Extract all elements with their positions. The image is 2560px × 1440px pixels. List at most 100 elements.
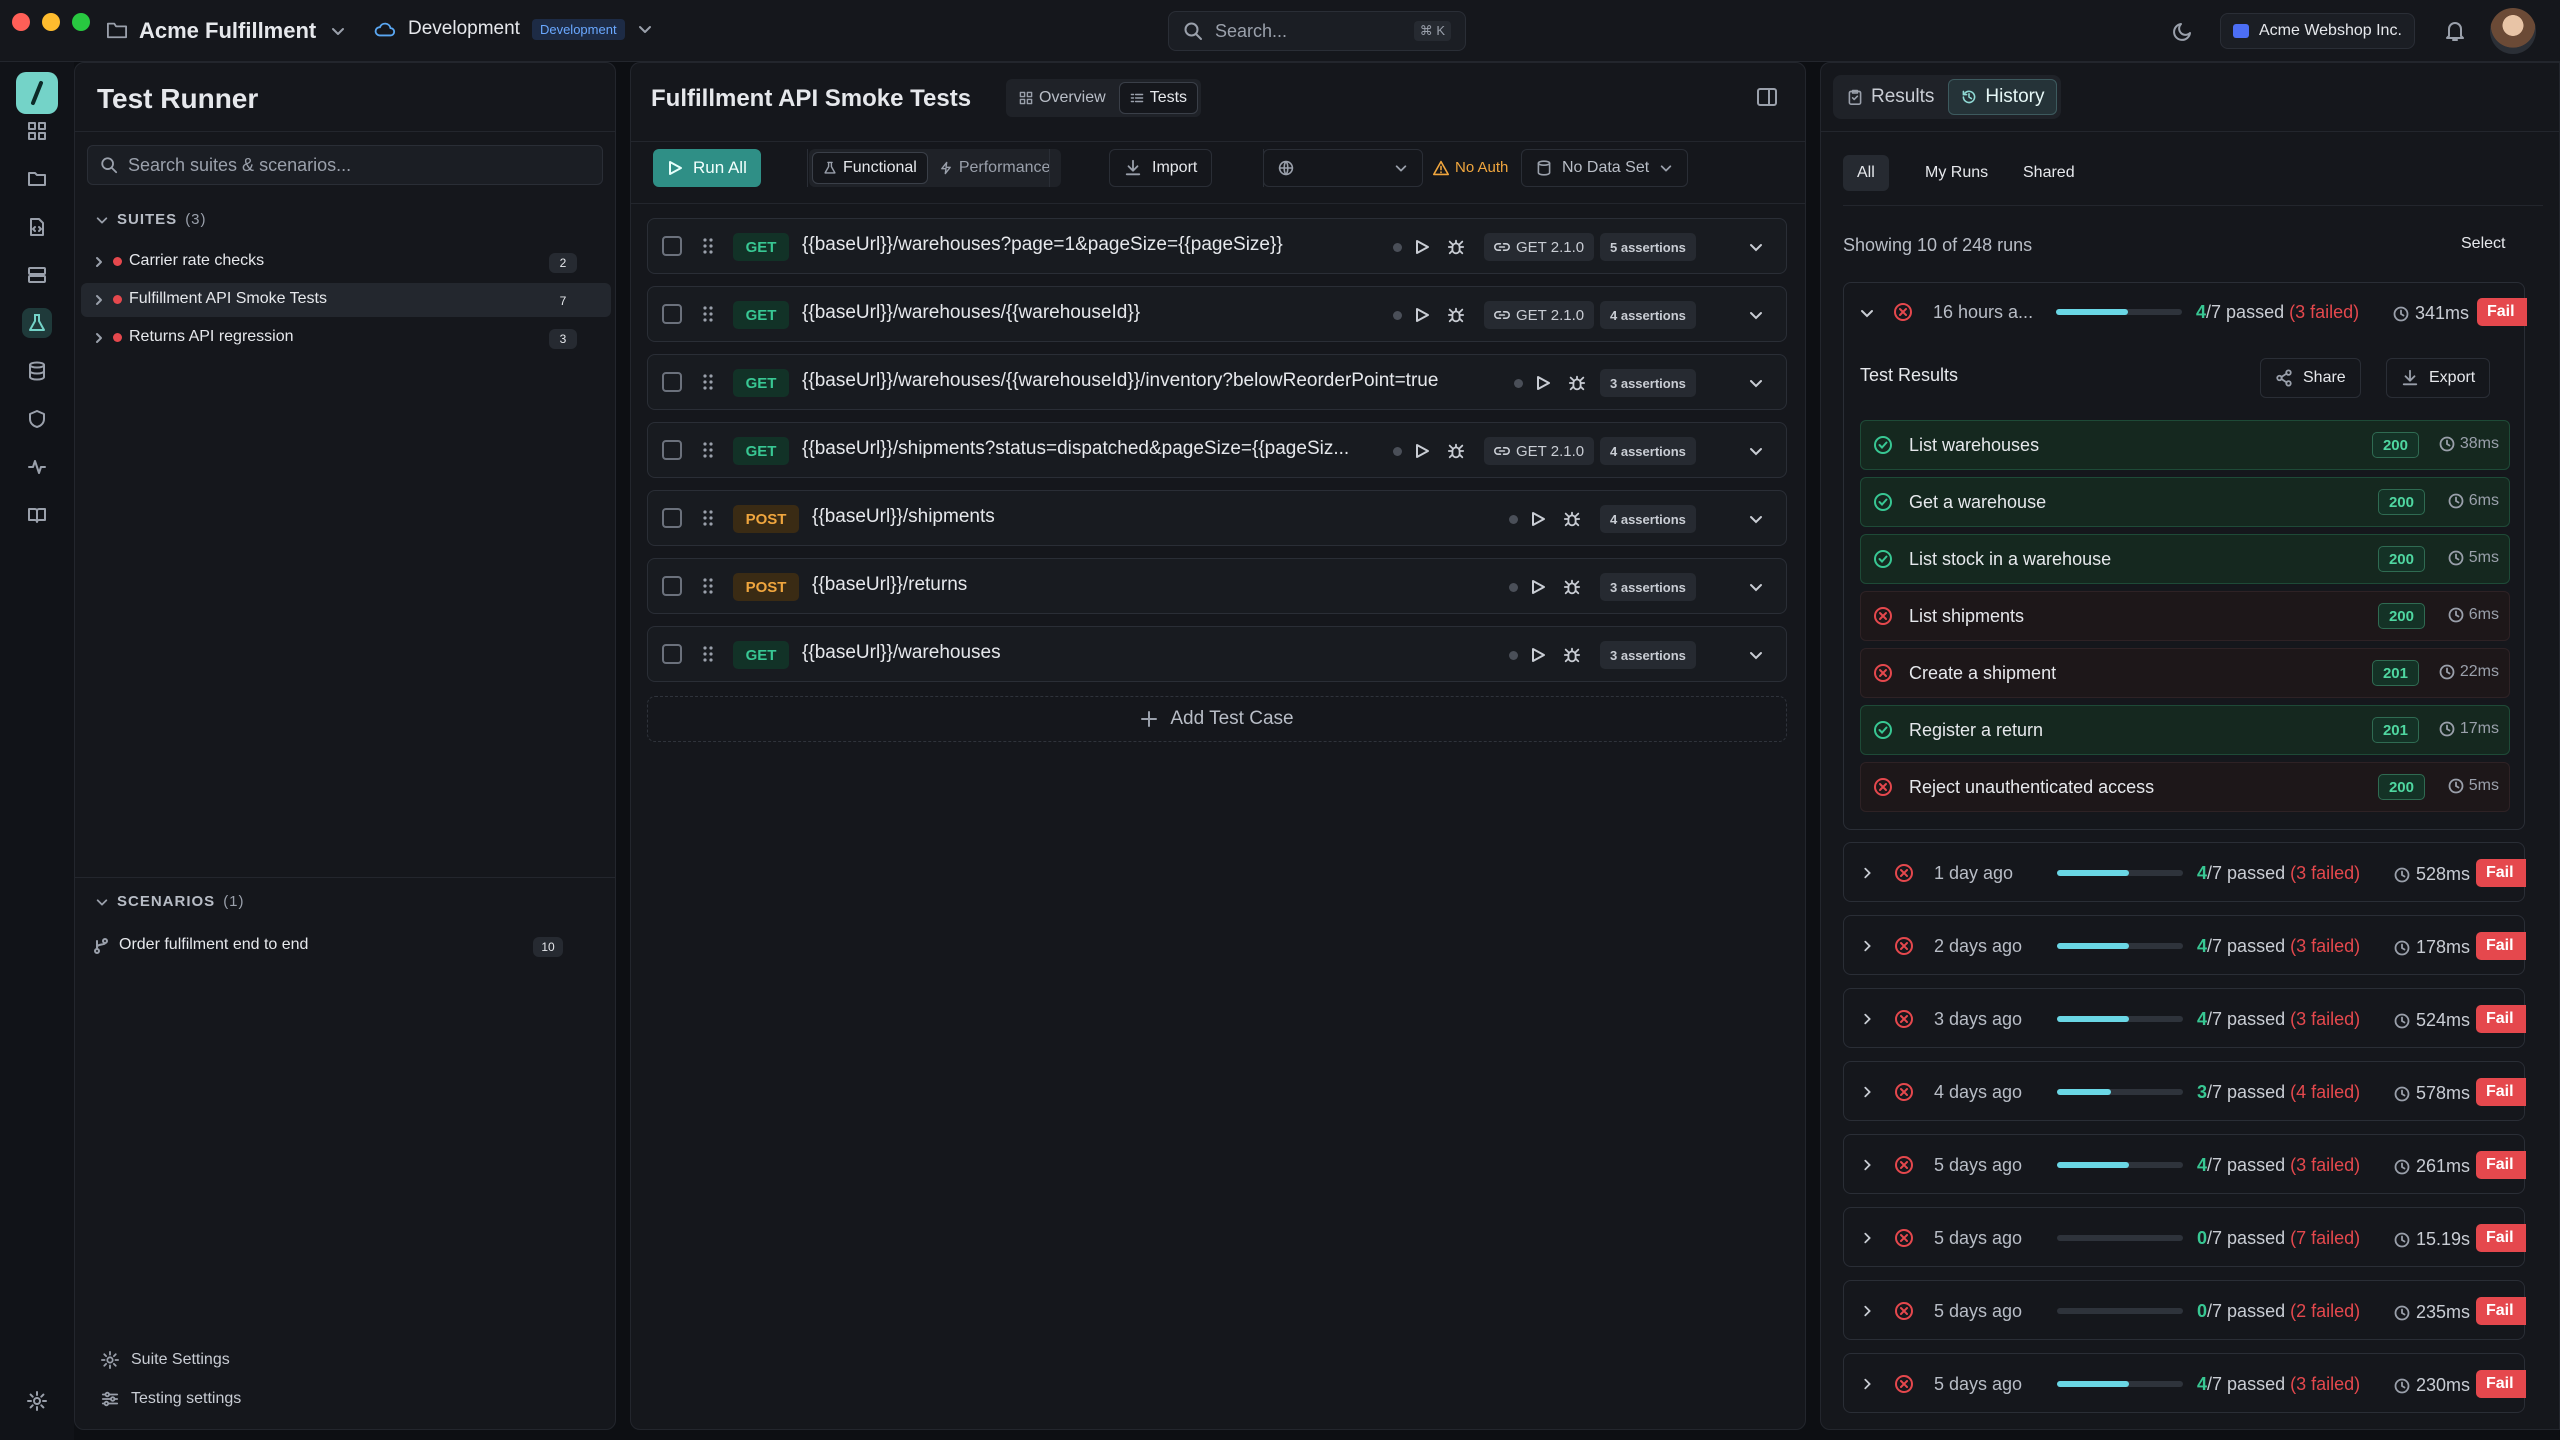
drag-handle-icon[interactable] [701,577,715,595]
test-result-item[interactable]: Register a return 201 17ms [1860,705,2510,755]
test-select-checkbox[interactable] [662,372,682,392]
debug-bug-icon[interactable] [1563,578,1581,596]
shield-icon[interactable] [22,404,52,434]
drag-handle-icon[interactable] [701,305,715,323]
run-test-play-icon[interactable] [1414,307,1430,323]
suite-item[interactable]: Returns API regression 3 [81,321,611,355]
test-case-row[interactable]: POST {{baseUrl}}/returns 3 assertions [647,558,1787,614]
test-select-checkbox[interactable] [662,644,682,664]
tab-overview[interactable]: Overview [1009,82,1116,114]
filter-my-runs[interactable]: My Runs [1913,155,2000,191]
drag-handle-icon[interactable] [701,237,715,255]
bell-icon[interactable] [2444,19,2466,43]
database-icon[interactable] [22,356,52,386]
debug-bug-icon[interactable] [1563,510,1581,528]
select-runs-button[interactable]: Select [2461,235,2505,253]
tab-results[interactable]: Results [1837,79,1944,115]
run-test-play-icon[interactable] [1414,443,1430,459]
server-icon[interactable] [22,260,52,290]
run-history-item[interactable]: 5 days ago 0/7 passed (2 failed) 235ms F… [1843,1280,2526,1340]
run-history-item[interactable]: 3 days ago 4/7 passed (3 failed) 524ms F… [1843,988,2526,1048]
test-case-row[interactable]: GET {{baseUrl}}/warehouses 3 assertions [647,626,1787,682]
debug-bug-icon[interactable] [1568,374,1586,392]
organization-switcher[interactable]: Acme Webshop Inc. [2220,13,2415,49]
run-history-item[interactable]: 5 days ago 4/7 passed (3 failed) 230ms F… [1843,1353,2526,1413]
performance-toggle[interactable]: Performance [931,152,1059,184]
app-logo-icon[interactable] [16,72,58,114]
run-test-play-icon[interactable] [1535,375,1551,391]
dashboard-icon[interactable] [22,116,52,146]
workspace-switcher[interactable]: Acme Fulfillment [139,18,346,44]
expand-chevron-down-icon[interactable] [1748,511,1764,527]
test-case-row[interactable]: GET {{baseUrl}}/warehouses?page=1&pageSi… [647,218,1787,274]
tab-history[interactable]: History [1948,79,2058,115]
suite-item-selected[interactable]: Fulfillment API Smoke Tests 7 [81,283,611,317]
expand-chevron-down-icon[interactable] [1748,375,1764,391]
run-test-play-icon[interactable] [1530,579,1546,595]
scenario-item[interactable]: Order fulfilment end to end 10 [81,929,611,963]
run-history-item[interactable]: 2 days ago 4/7 passed (3 failed) 178ms F… [1843,915,2526,975]
debug-bug-icon[interactable] [1447,442,1465,460]
chevron-right-icon[interactable] [1860,1085,1874,1099]
sidebar-search-input[interactable]: Search suites & scenarios... [87,145,603,185]
suite-settings-link[interactable]: Suite Settings [101,1351,230,1369]
environment-switcher[interactable]: Development Development [374,18,653,40]
test-case-row[interactable]: GET {{baseUrl}}/warehouses/{{warehouseId… [647,354,1787,410]
import-button[interactable]: Import [1109,149,1213,187]
share-button[interactable]: Share [2260,358,2361,398]
settings-gear-icon[interactable] [22,1386,52,1416]
run-test-play-icon[interactable] [1530,647,1546,663]
linked-version-badge[interactable]: GET 2.1.0 [1484,437,1595,465]
drag-handle-icon[interactable] [701,441,715,459]
minimize-window-button[interactable] [42,13,60,31]
debug-bug-icon[interactable] [1447,238,1465,256]
chevron-down-icon[interactable] [1859,305,1875,321]
run-history-item[interactable]: 4 days ago 3/7 passed (4 failed) 578ms F… [1843,1061,2526,1121]
run-all-button[interactable]: Run All [653,149,761,187]
run-history-item[interactable]: 5 days ago 0/7 passed (7 failed) 15.19s … [1843,1207,2526,1267]
linked-version-badge[interactable]: GET 2.1.0 [1484,233,1595,261]
filter-all[interactable]: All [1843,155,1889,191]
functional-toggle[interactable]: Functional [812,152,928,184]
drag-handle-icon[interactable] [701,373,715,391]
chevron-right-icon[interactable] [1860,1158,1874,1172]
debug-bug-icon[interactable] [1563,646,1581,664]
expand-chevron-down-icon[interactable] [1748,239,1764,255]
no-auth-indicator[interactable]: No Auth [1433,159,1508,176]
api-document-icon[interactable] [22,212,52,242]
chevron-right-icon[interactable] [1860,939,1874,953]
suites-section-header[interactable]: SUITES (3) [95,211,207,228]
activity-icon[interactable] [22,452,52,482]
test-result-item[interactable]: List warehouses 200 38ms [1860,420,2510,470]
data-set-select[interactable]: No Data Set [1521,149,1689,187]
drag-handle-icon[interactable] [701,645,715,663]
export-button[interactable]: Export [2386,358,2491,398]
test-case-row[interactable]: POST {{baseUrl}}/shipments 4 assertions [647,490,1787,546]
environment-select[interactable] [1263,149,1423,187]
filter-shared[interactable]: Shared [2011,155,2087,191]
test-result-item[interactable]: List shipments 200 6ms [1860,591,2510,641]
user-avatar[interactable] [2490,8,2536,54]
test-result-item[interactable]: Get a warehouse 200 6ms [1860,477,2510,527]
close-window-button[interactable] [12,13,30,31]
expand-chevron-down-icon[interactable] [1748,307,1764,323]
suite-item[interactable]: Carrier rate checks 2 [81,245,611,279]
run-test-play-icon[interactable] [1414,239,1430,255]
test-case-row[interactable]: GET {{baseUrl}}/shipments?status=dispatc… [647,422,1787,478]
test-result-item[interactable]: Reject unauthenticated access 200 5ms [1860,762,2510,812]
add-test-case-button[interactable]: Add Test Case [647,696,1787,742]
docs-book-icon[interactable] [22,500,52,530]
test-result-item[interactable]: Create a shipment 201 22ms [1860,648,2510,698]
run-history-item[interactable]: 1 day ago 4/7 passed (3 failed) 528ms Fa… [1843,842,2526,902]
test-select-checkbox[interactable] [662,304,682,324]
test-case-row[interactable]: GET {{baseUrl}}/warehouses/{{warehouseId… [647,286,1787,342]
chevron-right-icon[interactable] [1860,1377,1874,1391]
expand-chevron-down-icon[interactable] [1748,647,1764,663]
run-history-item[interactable]: 5 days ago 4/7 passed (3 failed) 261ms F… [1843,1134,2526,1194]
collections-folder-icon[interactable] [22,164,52,194]
test-result-item[interactable]: List stock in a warehouse 200 5ms [1860,534,2510,584]
testing-settings-link[interactable]: Testing settings [101,1390,241,1408]
test-select-checkbox[interactable] [662,508,682,528]
theme-toggle-moon-icon[interactable] [2172,20,2194,42]
tab-tests[interactable]: Tests [1118,82,1199,114]
